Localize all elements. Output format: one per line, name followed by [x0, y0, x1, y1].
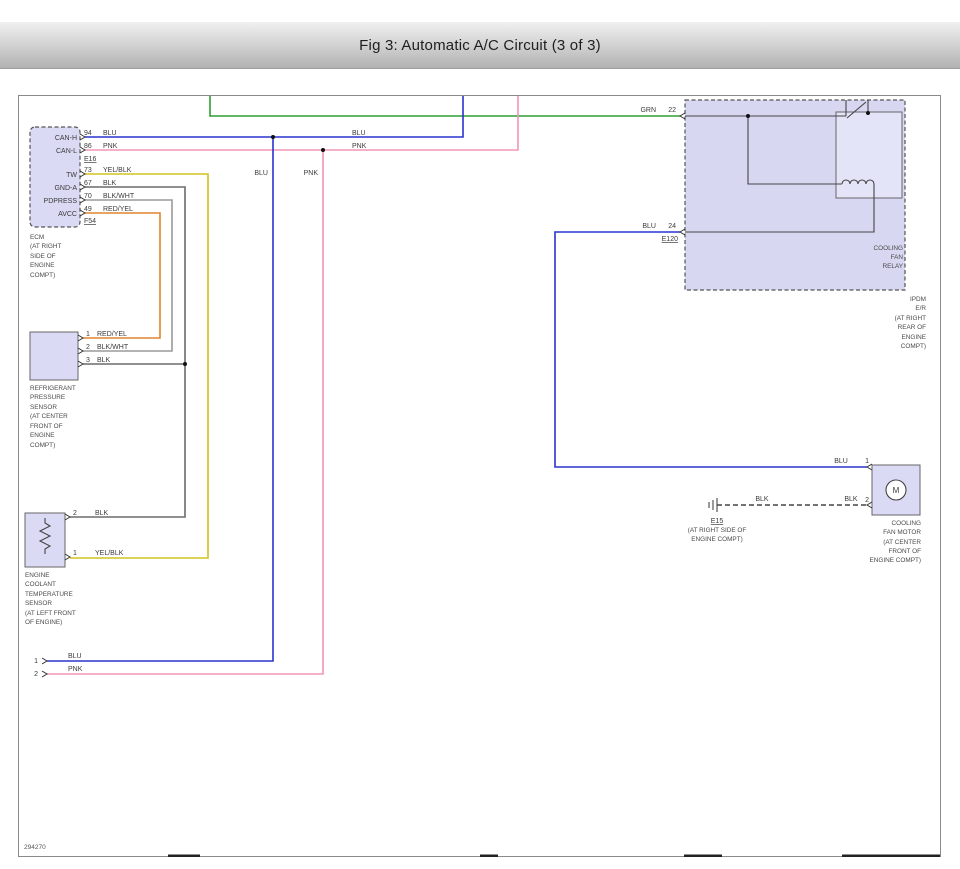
pin-number: 1: [73, 550, 77, 557]
pin-number: 1: [865, 458, 869, 465]
junction-dot: [183, 362, 187, 366]
wire-label: BLU: [352, 130, 366, 137]
relay-caption: COOLING: [874, 245, 904, 252]
wire-label: BLU: [642, 223, 656, 230]
wire-label: PNK: [103, 143, 118, 150]
ecm-pin: 67: [84, 180, 92, 187]
ecm-pin: 86: [84, 143, 92, 150]
junction-dot: [746, 114, 750, 118]
ipdm-caption: ENGINE: [901, 334, 926, 341]
ecm-pin: 49: [84, 206, 92, 213]
wire-label: BLU: [68, 653, 82, 660]
pin-number: 1: [34, 658, 38, 665]
wire-label: BLK: [95, 510, 109, 517]
ground-id: E15: [711, 518, 724, 525]
page: Fig 3: Automatic A/C Circuit (3 of 3): [0, 0, 960, 869]
ecm-connector-id: E16: [84, 156, 97, 163]
ecm-signal: CAN-H: [55, 135, 77, 142]
ecm-caption: (AT RIGHT: [30, 243, 61, 250]
ecm-signal: GND-A: [54, 185, 77, 192]
ipdm-er-block: [685, 100, 905, 290]
coolant-caption: ENGINE: [25, 572, 50, 579]
junction-dot: [866, 111, 870, 115]
refrigerant-sensor-box: [30, 332, 78, 380]
wire-label: BLK/WHT: [103, 193, 135, 200]
ecm-pin: 70: [84, 193, 92, 200]
pin-number: 3: [86, 357, 90, 364]
relay-caption: RELAY: [883, 263, 904, 270]
relay-caption: FAN: [891, 254, 904, 261]
wire-label: BLK: [97, 357, 111, 364]
refrigerant-caption: REFRIGERANT: [30, 385, 76, 392]
ecm-caption: COMPT): [30, 272, 55, 279]
coolant-caption: SENSOR: [25, 600, 52, 607]
pin-number: 2: [34, 671, 38, 678]
motor-caption: (AT CENTER: [883, 539, 921, 546]
junction-dot: [271, 135, 275, 139]
refrigerant-caption: (AT CENTER: [30, 413, 68, 420]
coolant-caption: COOLANT: [25, 581, 56, 588]
junction-dot: [321, 148, 325, 152]
pin-number: 1: [86, 331, 90, 338]
motor-caption: COOLING: [892, 520, 922, 527]
edge-mark: [842, 855, 940, 858]
ecm-pin: 94: [84, 130, 92, 137]
motor-caption: FRONT OF: [888, 548, 921, 555]
wire-label: BLK: [755, 496, 769, 503]
wire-label: BLU: [103, 130, 117, 137]
pin-number: 22: [668, 107, 676, 114]
wire-label: PNK: [304, 170, 319, 177]
ipdm-caption: REAR OF: [898, 324, 927, 331]
ecm-signal: AVCC: [58, 211, 77, 218]
wire-label: BLK/WHT: [97, 344, 129, 351]
wire-label: BLK: [103, 180, 117, 187]
ipdm-caption: IPDM: [910, 296, 926, 303]
wire-label: GRN: [640, 107, 656, 114]
wire-label: RED/YEL: [103, 206, 133, 213]
edge-mark: [480, 855, 498, 858]
ground-caption: (AT RIGHT SIDE OF: [688, 527, 747, 534]
refrigerant-caption: PRESSURE: [30, 394, 65, 401]
wire-label: BLK: [844, 496, 858, 503]
refrigerant-caption: COMPT): [30, 442, 55, 449]
pin-number: 2: [73, 510, 77, 517]
ecm-signal: TW: [66, 172, 77, 179]
coolant-caption: TEMPERATURE: [25, 591, 73, 598]
ecm-caption: ENGINE: [30, 262, 55, 269]
ipdm-caption: (AT RIGHT: [895, 315, 926, 322]
wire-label: BLU: [834, 458, 848, 465]
wire-label: PNK: [68, 666, 83, 673]
ecm-signal: CAN-L: [56, 148, 77, 155]
edge-mark: [168, 855, 200, 858]
motor-symbol: M: [893, 486, 900, 495]
ipdm-caption: E/R: [915, 305, 926, 312]
ecm-signal: PDPRESS: [44, 198, 78, 205]
pin-number: 24: [668, 223, 676, 230]
wire-label: BLU: [254, 170, 268, 177]
wire-label: YEL/BLK: [95, 550, 124, 557]
wire-label: RED/YEL: [97, 331, 127, 338]
pin-number: 2: [86, 344, 90, 351]
wire-label: YEL/BLK: [103, 167, 132, 174]
motor-caption: FAN MOTOR: [883, 529, 921, 536]
edge-mark: [684, 855, 722, 858]
refrigerant-caption: FRONT OF: [30, 423, 63, 430]
ipdm-caption: COMPT): [901, 343, 926, 350]
ground-caption: ENGINE COMPT): [691, 536, 742, 543]
pin-number: 2: [865, 497, 869, 504]
wiring-diagram: CAN-H CAN-L TW GND-A PDPRESS AVCC 94 86 …: [0, 0, 960, 869]
refrigerant-caption: SENSOR: [30, 404, 57, 411]
coolant-caption: OF ENGINE): [25, 619, 62, 626]
connector-id: E120: [662, 236, 678, 243]
ecm-caption: ECM: [30, 234, 44, 241]
wire-label: PNK: [352, 143, 367, 150]
coolant-caption: (AT LEFT FRONT: [25, 610, 76, 617]
figure-code: 294270: [24, 844, 46, 851]
ecm-caption: SIDE OF: [30, 253, 56, 260]
cooling-fan-relay-box: [836, 112, 902, 198]
ecm-connector-id: F54: [84, 218, 96, 225]
ecm-pin: 73: [84, 167, 92, 174]
refrigerant-caption: ENGINE: [30, 432, 55, 439]
motor-caption: ENGINE COMPT): [870, 557, 921, 564]
